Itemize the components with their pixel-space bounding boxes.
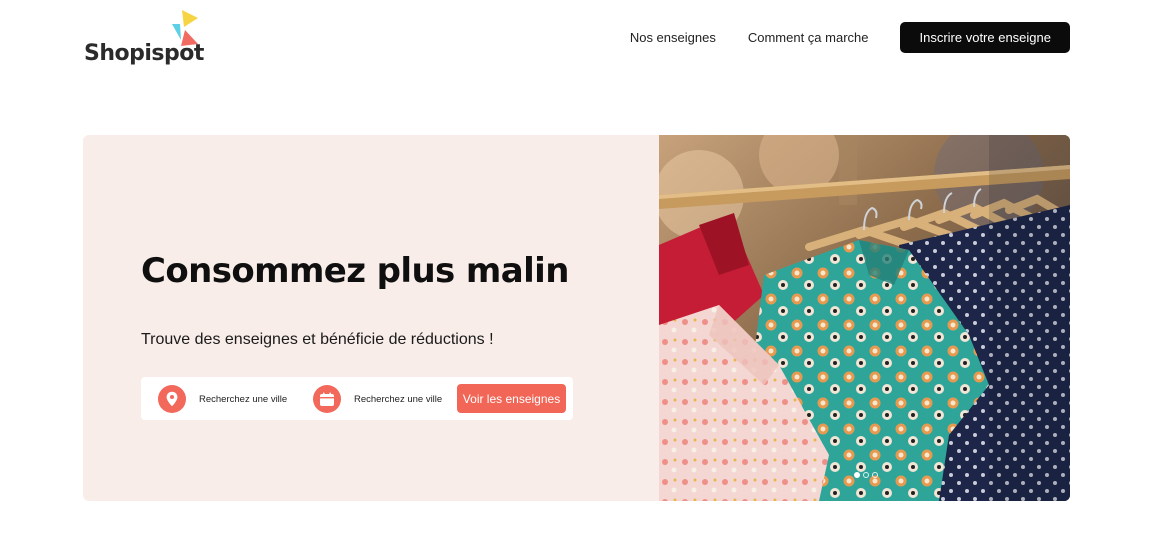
carousel-indicators [854,472,878,478]
search-bar: Recherchez une ville Recherchez une vill… [141,377,573,420]
see-stores-button[interactable]: Voir les enseignes [457,384,566,413]
nav-link-nos-enseignes[interactable]: Nos enseignes [630,30,716,45]
shopispot-logo[interactable]: Shopispot [84,10,204,72]
hero-clothing-rack-photo [659,135,1070,501]
main-navigation: Nos enseignes Comment ça marche Inscrire… [630,22,1070,53]
hero-title: Consommez plus malin [141,251,569,291]
date-search-label: Recherchez une ville [354,393,443,405]
city-search-field[interactable]: Recherchez une ville [158,384,287,414]
city-search-label: Recherchez une ville [199,393,288,405]
register-store-button[interactable]: Inscrire votre enseigne [900,22,1070,53]
carousel-dot-1[interactable] [854,472,860,478]
hero-subtitle: Trouve des enseignes et bénéficie de réd… [141,331,494,348]
logo-wordmark: Shopispot [84,41,204,66]
hero-banner: Consommez plus malin Trouve des enseigne… [83,135,1070,501]
carousel-dot-2[interactable] [863,472,869,478]
date-search-field[interactable]: Recherchez une ville [313,384,442,414]
nav-link-comment-ca-marche[interactable]: Comment ça marche [748,30,869,45]
carousel-dot-3[interactable] [872,472,878,478]
map-pin-icon [158,385,186,413]
calendar-icon [313,385,341,413]
